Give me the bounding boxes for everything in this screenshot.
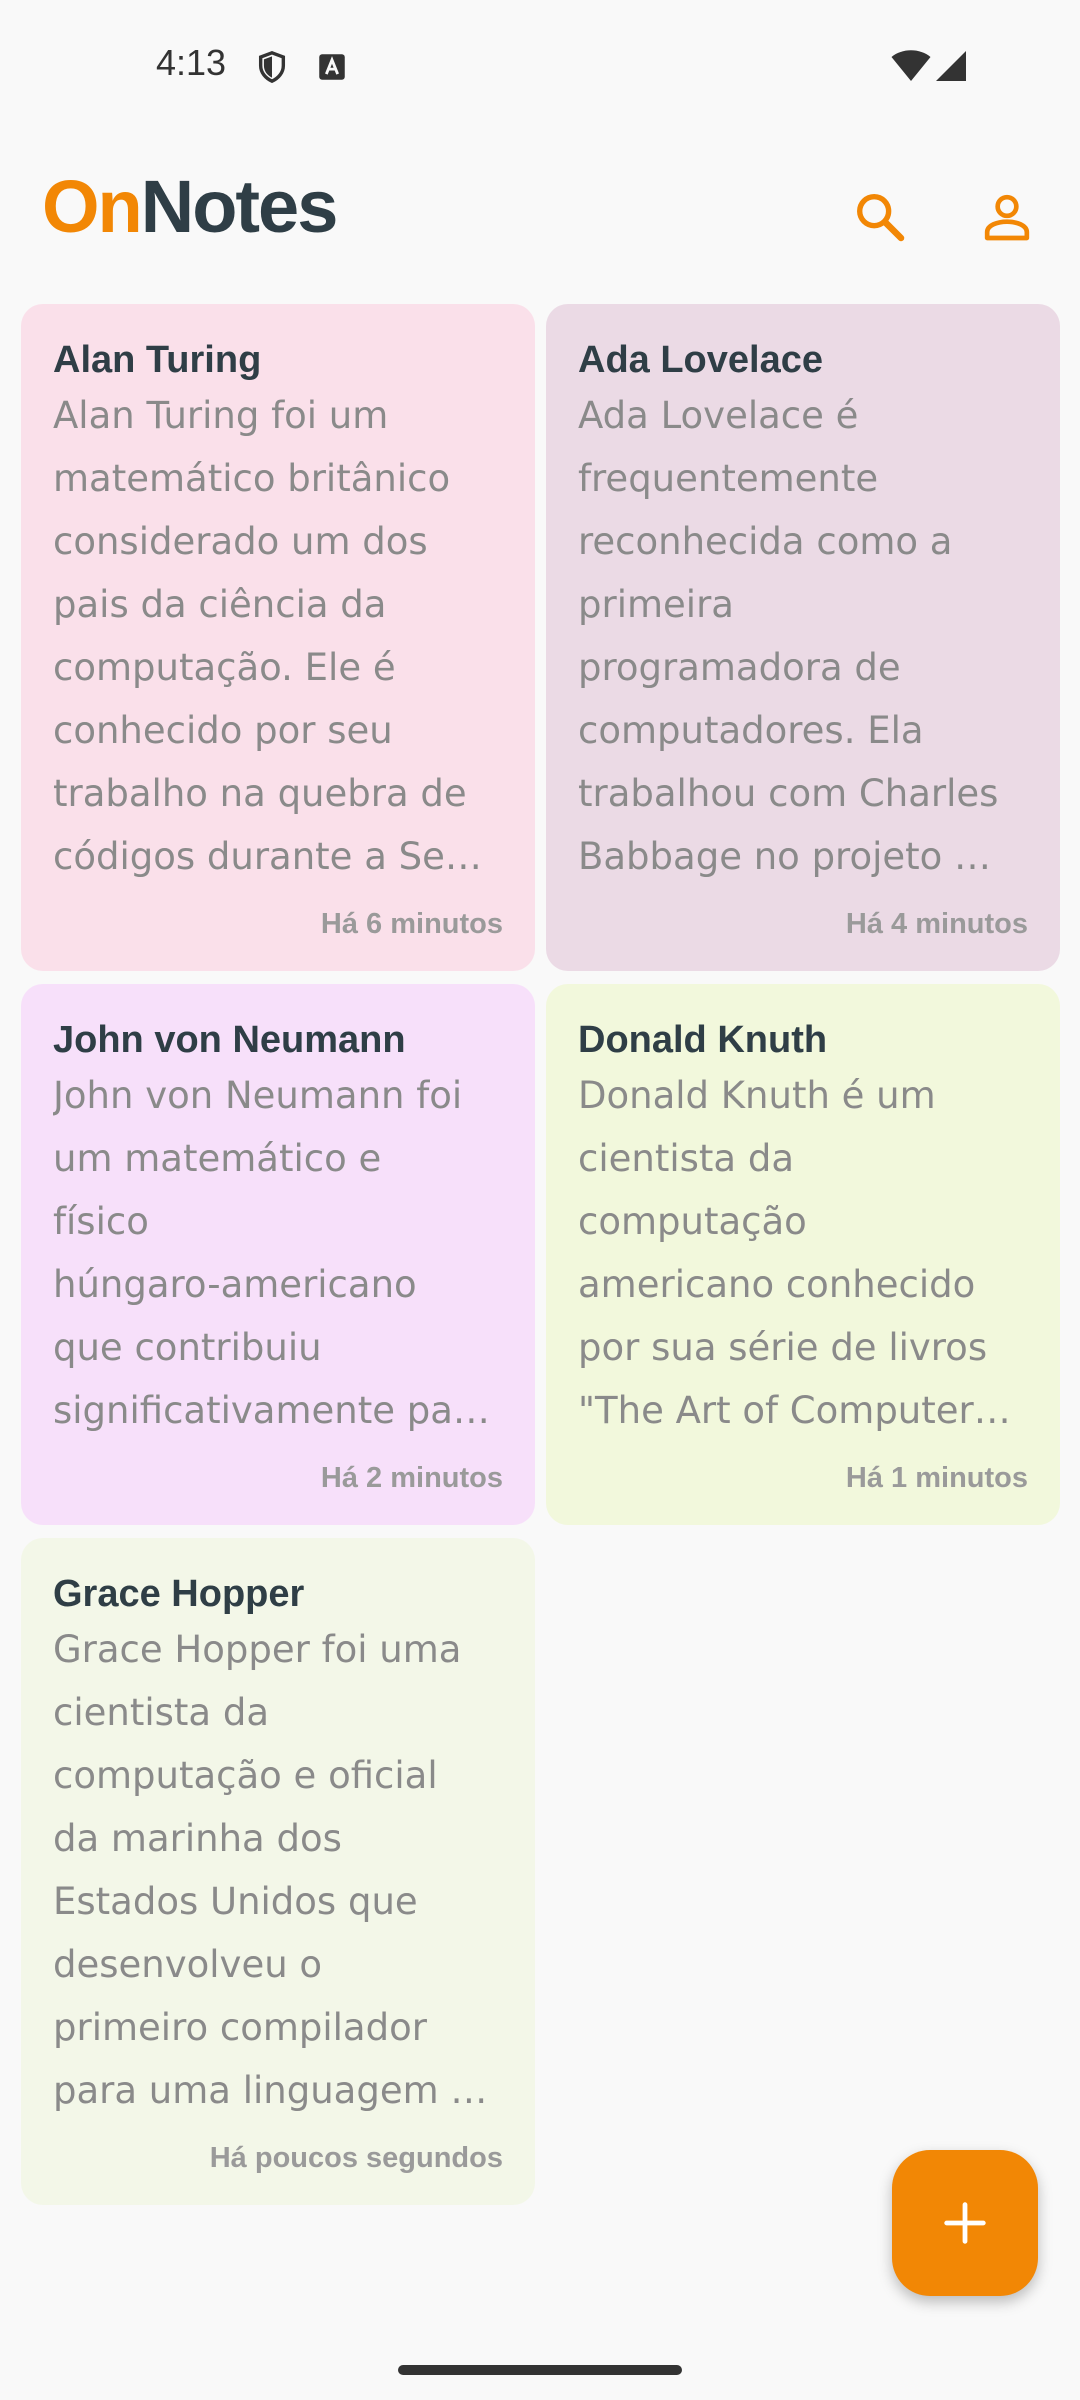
note-body-line: para uma linguagem …	[53, 2069, 488, 2112]
note-body: John von Neumann foi um matemático e fís…	[53, 1064, 503, 1442]
note-body-line: primeira	[578, 583, 734, 626]
note-timestamp: Há 6 minutos	[320, 908, 503, 940]
note-body-line: desenvolveu o	[53, 1943, 323, 1986]
note-body-line: americano conhecido	[578, 1263, 976, 1306]
note-body: Donald Knuth é um cientista da computaçã…	[578, 1064, 1028, 1442]
note-body-line: físico	[53, 1200, 149, 1243]
note-body-line: computação	[578, 1200, 807, 1243]
note-timestamp: Há 2 minutos	[320, 1462, 503, 1494]
note-body-line: cientista da	[53, 1691, 270, 1734]
note-body-line: Alan Turing foi um	[53, 394, 389, 437]
note-timestamp: Há 1 minutos	[845, 1462, 1028, 1494]
note-title: Alan Turing	[53, 339, 262, 381]
home-indicator[interactable]	[398, 2365, 682, 2375]
note-body-line: Ada Lovelace é	[578, 394, 859, 437]
note-body-line: pais da ciência da	[53, 583, 387, 626]
note-body-line: frequentemente	[578, 457, 879, 500]
note-body-line: por sua série de livros	[578, 1326, 988, 1369]
note-body-line: trabalho na quebra de	[53, 772, 467, 815]
note-card-john-von-neumann[interactable]: John von Neumann John von Neumann foi um…	[21, 984, 535, 1525]
note-body-line: que contribuiu	[53, 1326, 322, 1369]
note-timestamp: Há 4 minutos	[845, 908, 1028, 940]
note-body-line: Babbage no projeto …	[578, 835, 992, 878]
note-body-line: considerado um dos	[53, 520, 428, 563]
note-title: John von Neumann	[53, 1019, 406, 1061]
note-card-grace-hopper[interactable]: Grace Hopper Grace Hopper foi uma cienti…	[21, 1538, 535, 2205]
note-body-line: "The Art of Computer…	[578, 1389, 1011, 1432]
note-timestamp: Há poucos segundos	[209, 2142, 503, 2174]
note-card-donald-knuth[interactable]: Donald Knuth Donald Knuth é um cientista…	[546, 984, 1060, 1525]
note-body-line: matemático britânico	[53, 457, 451, 500]
note-card-ada-lovelace[interactable]: Ada Lovelace Ada Lovelace é frequentemen…	[546, 304, 1060, 971]
note-body: Grace Hopper foi uma cientista da comput…	[53, 1618, 503, 2122]
note-title: Ada Lovelace	[578, 339, 823, 381]
note-body-line: programadora de	[578, 646, 901, 689]
note-body-line: Estados Unidos que	[53, 1880, 418, 1923]
note-body-line: computação. Ele é	[53, 646, 396, 689]
note-card-alan-turing[interactable]: Alan Turing Alan Turing foi um matemátic…	[21, 304, 535, 971]
note-body: Ada Lovelace é frequentemente reconhecid…	[578, 384, 1028, 888]
note-title: Donald Knuth	[578, 1019, 828, 1061]
note-body-line: significativamente pa…	[53, 1389, 490, 1432]
note-title: Grace Hopper	[53, 1573, 305, 1615]
note-body-line: um matemático e	[53, 1137, 382, 1180]
note-body-line: cientista da	[578, 1137, 795, 1180]
note-body-line: computadores. Ela	[578, 709, 924, 752]
note-body-line: primeiro compilador	[53, 2006, 427, 2049]
note-body-line: húngaro-americano	[53, 1263, 417, 1306]
note-body-line: Grace Hopper foi uma	[53, 1628, 462, 1671]
note-body-line: John von Neumann foi	[53, 1074, 463, 1117]
note-body-line: códigos durante a Se…	[53, 835, 482, 878]
note-body-line: trabalhou com Charles	[578, 772, 999, 815]
note-body: Alan Turing foi um matemático britânico …	[53, 384, 503, 888]
note-body-line: reconhecida como a	[578, 520, 953, 563]
notes-grid: Alan Turing Alan Turing foi um matemátic…	[0, 0, 1080, 2400]
note-body-line: conhecido por seu	[53, 709, 393, 752]
plus-icon	[944, 2202, 986, 2244]
note-body-line: Donald Knuth é um	[578, 1074, 936, 1117]
note-body-line: computação e oficial	[53, 1754, 438, 1797]
note-body-line: da marinha dos	[53, 1817, 342, 1860]
add-note-button[interactable]	[892, 2150, 1038, 2296]
